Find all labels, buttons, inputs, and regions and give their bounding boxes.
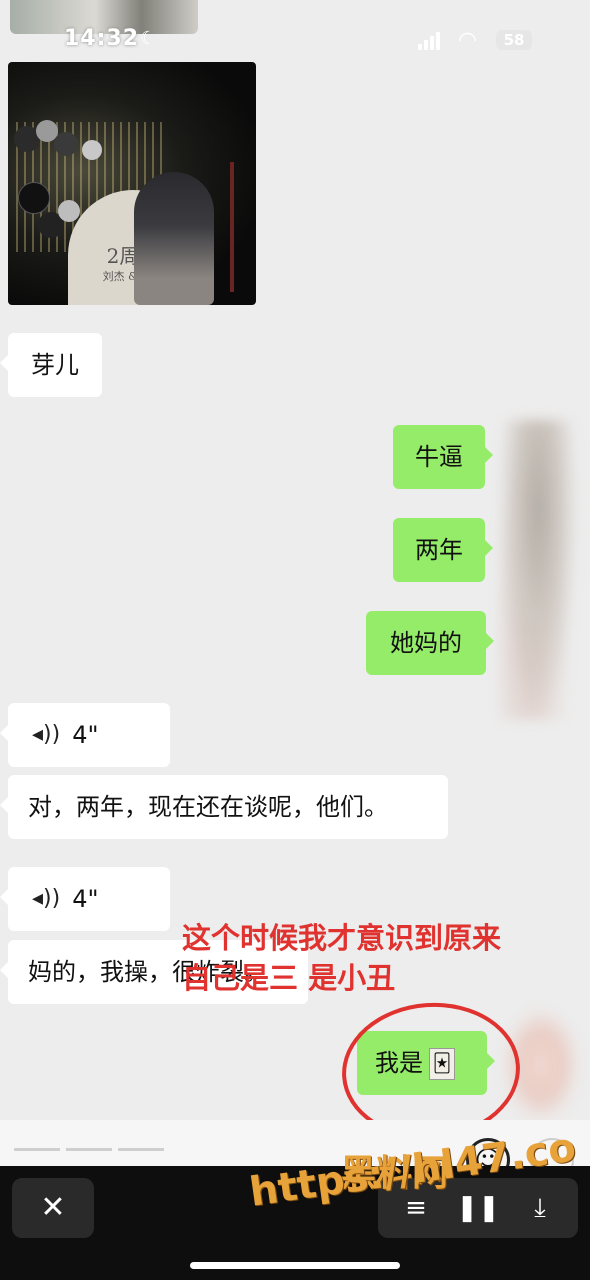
balloon (54, 132, 78, 156)
wifi-icon: ◠ (458, 28, 478, 53)
divider (118, 1148, 164, 1151)
balloon (18, 182, 50, 214)
status-time: 14:32 (64, 26, 140, 51)
voice-icon: ◂)) (32, 722, 61, 747)
status-bar: 14:32 ☾ ◠ 58 (0, 0, 590, 60)
download-icon[interactable]: ⤓ (510, 1178, 570, 1238)
voice-icon: ◂)) (32, 886, 61, 911)
balloon (58, 200, 80, 222)
couple-figure (134, 172, 214, 305)
annotation-line: 这个时候我才意识到原来 (182, 921, 502, 955)
voice-duration: 4" (72, 885, 99, 913)
image-message[interactable]: 2周年 刘杰 & 谭竹 (8, 62, 256, 305)
message-bubble-left[interactable]: 芽儿 (0, 333, 102, 397)
blurred-avatar (498, 420, 578, 720)
voice-message[interactable]: ◂)) 4" (0, 703, 170, 767)
annotation-text: 这个时候我才意识到原来 自己是三 是小丑 (182, 918, 582, 998)
close-button[interactable]: ✕ (12, 1178, 94, 1238)
home-indicator[interactable] (190, 1262, 400, 1269)
pole (230, 162, 234, 292)
voice-duration: 4" (72, 721, 99, 749)
message-bubble-right[interactable]: 牛逼 (393, 425, 493, 489)
signal-icon (418, 32, 442, 50)
annotation-line: 自己是三 是小丑 (182, 961, 396, 995)
message-bubble-left[interactable]: 对，两年，现在还在谈呢，他们。 (0, 775, 448, 839)
divider (66, 1148, 112, 1151)
message-bubble-right[interactable]: 两年 (393, 518, 493, 582)
divider (14, 1148, 60, 1151)
message-bubble-right[interactable]: 她妈的 (366, 611, 494, 675)
moon-icon: ☾ (140, 28, 157, 49)
battery-icon: 58 (496, 30, 532, 50)
balloon (82, 140, 102, 160)
voice-message[interactable]: ◂)) 4" (0, 867, 170, 931)
